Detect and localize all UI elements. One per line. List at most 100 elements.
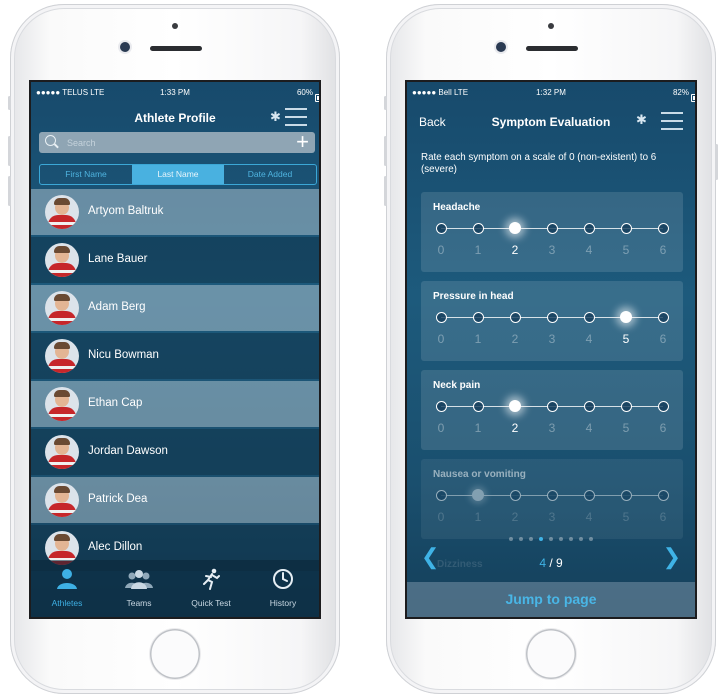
clock-label: 1:33 PM [160,88,190,97]
front-camera [496,42,506,52]
volume-up-button [384,136,387,166]
rating-option[interactable] [473,223,484,234]
page-dot [539,537,543,541]
athlete-avatar [45,483,79,517]
phone-frame-right: ●●●●● Bell LTE 1:32 PM 82% Back Symptom … [384,4,718,694]
tab-teams[interactable]: Teams [103,560,175,617]
athlete-row[interactable]: Nicu Bowman [31,333,319,379]
symptom-name: Pressure in head [433,291,514,302]
symptom-evaluation-screen: ●●●●● Bell LTE 1:32 PM 82% Back Symptom … [407,82,695,617]
tab-history[interactable]: History [247,560,319,617]
add-athlete-icon[interactable]: + [296,130,309,154]
rating-option[interactable] [472,489,484,501]
home-button[interactable] [150,629,200,679]
rating-option[interactable] [658,401,669,412]
rating-option[interactable] [584,401,595,412]
rating-option[interactable] [621,223,632,234]
rating-option[interactable] [621,490,632,501]
rating-option[interactable] [584,312,595,323]
rating-option[interactable] [473,401,484,412]
rating-option[interactable] [510,312,521,323]
rating-option[interactable] [436,312,447,323]
search-icon [45,135,56,146]
jump-to-page-button[interactable]: Jump to page [407,582,695,617]
rating-option[interactable] [547,490,558,501]
menu-icon[interactable] [285,108,307,126]
bluetooth-icon[interactable]: ✱ [270,109,281,125]
tab-label: History [269,598,297,608]
status-bar: ●●●●● TELUS LTE 1:33 PM 60% [31,82,319,102]
earpiece-speaker [526,46,578,51]
home-button[interactable] [526,629,576,679]
rating-option[interactable] [509,222,521,234]
rating-option[interactable] [436,401,447,412]
rating-label: 1 [474,332,482,346]
athlete-avatar [45,243,79,277]
bluetooth-icon[interactable]: ✱ [636,112,647,128]
volume-down-button [8,176,11,206]
power-button [715,144,718,180]
rating-option[interactable] [584,490,595,501]
segment-first-name[interactable]: First Name [40,165,132,184]
clock-icon [273,569,293,589]
proximity-sensor [172,23,178,29]
rating-option[interactable] [658,312,669,323]
rating-option[interactable] [473,312,484,323]
rating-label: 6 [659,243,667,257]
page-dot [549,537,553,541]
search-input[interactable] [65,134,269,152]
rating-label: 2 [511,421,519,435]
rating-option[interactable] [658,490,669,501]
rating-option[interactable] [584,223,595,234]
rating-option[interactable] [509,400,521,412]
instruction-text: Rate each symptom on a scale of 0 (non-e… [421,152,657,175]
page-dot [509,537,513,541]
symptom-name: Neck pain [433,380,481,391]
athlete-name: Patrick Dea [88,493,148,505]
rating-option[interactable] [510,490,521,501]
athlete-name: Alec Dillon [88,541,143,553]
athlete-row[interactable]: Jordan Dawson [31,429,319,475]
segment-date-added[interactable]: Date Added [224,165,316,184]
rating-option[interactable] [621,401,632,412]
rating-option[interactable] [658,223,669,234]
athlete-avatar [45,339,79,373]
rating-label: 4 [585,421,593,435]
rating-label: 3 [548,510,556,524]
athlete-row[interactable]: Ethan Cap [31,381,319,427]
battery-indicator: 60% [297,88,319,102]
symptom-name: Nausea or vomiting [433,469,526,480]
rating-option[interactable] [547,401,558,412]
rating-label: 2 [511,510,519,524]
rating-option[interactable] [436,223,447,234]
rating-option[interactable] [547,312,558,323]
athlete-row[interactable]: Artyom Baltruk [31,189,319,235]
clock-label: 1:32 PM [536,88,566,97]
athlete-name: Artyom Baltruk [88,205,164,217]
symptom-card: Nausea or vomiting 0 1 2 3 4 5 6 [421,459,683,539]
rating-label: 5 [622,510,630,524]
athlete-row[interactable]: Adam Berg [31,285,319,331]
rating-option[interactable] [620,311,632,323]
athlete-name: Lane Bauer [88,253,148,265]
segment-last-name[interactable]: Last Name [132,165,224,184]
rating-label: 0 [437,510,445,524]
page-title: Symptom Evaluation [491,115,611,129]
tab-athletes[interactable]: Athletes [31,560,103,617]
battery-percent: 82% [672,88,689,97]
tab-label: Teams [126,598,152,608]
page-dot [589,537,593,541]
battery-indicator: 82% [672,88,695,102]
tab-label: Quick Test [191,598,231,608]
rating-option[interactable] [436,490,447,501]
rating-option[interactable] [547,223,558,234]
athlete-row[interactable]: Patrick Dea [31,477,319,523]
tab-quick-test[interactable]: Quick Test [175,560,247,617]
current-page: 4 [539,556,546,570]
menu-icon[interactable] [661,112,683,130]
rating-label: 1 [474,421,482,435]
person-icon [57,569,77,589]
rating-label: 1 [474,510,482,524]
athlete-row[interactable]: Lane Bauer [31,237,319,283]
rating-label: 5 [622,421,630,435]
